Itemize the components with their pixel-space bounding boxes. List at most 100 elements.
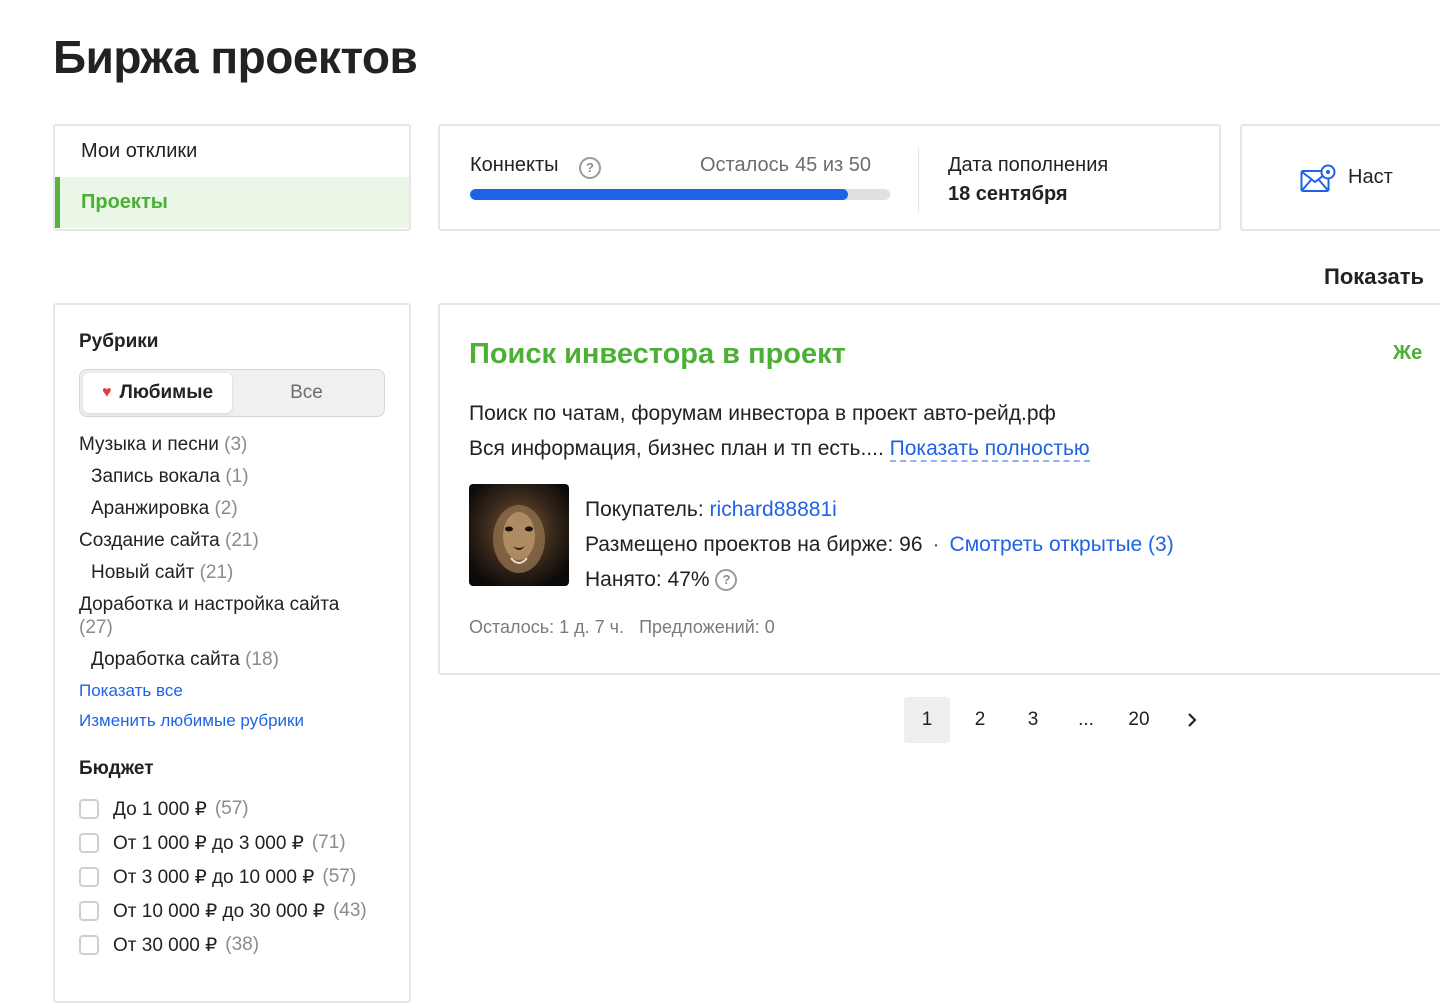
all-tab[interactable]: Все	[232, 373, 381, 413]
budget-option[interactable]: От 3 000 ₽ до 10 000 ₽ (57)	[79, 860, 409, 894]
budget-count: (38)	[225, 934, 260, 955]
settings-card[interactable]: Наст	[1240, 124, 1440, 231]
connects-remaining: Осталось 45 из 50	[700, 154, 871, 177]
show-more-link[interactable]: Показать полностью	[889, 437, 1090, 462]
chevron-right-icon	[1188, 713, 1197, 727]
category-count: (3)	[224, 434, 248, 455]
category-name: Запись вокала	[91, 466, 221, 487]
connects-progress-bar	[470, 189, 890, 200]
category-count: (21)	[225, 530, 259, 551]
connects-progress-fill	[470, 189, 848, 200]
project-description: Поиск по чатам, форумам инвестора в прое…	[469, 396, 1090, 466]
budget-label: От 3 000 ₽ до 10 000 ₽	[113, 866, 315, 888]
show-all-link[interactable]: Показать все	[79, 680, 409, 702]
offers-count: Предложений: 0	[639, 617, 775, 637]
category-name: Доработка и настройка сайта	[79, 594, 340, 615]
description-line: Поиск по чатам, форумам инвестора в прое…	[469, 402, 1056, 425]
help-icon[interactable]: ?	[715, 569, 738, 592]
project-meta: Осталось: 1 д. 7 ч. Предложений: 0	[469, 617, 775, 638]
category-name: Музыка и песни	[79, 434, 219, 455]
project-price: Же	[1393, 342, 1423, 364]
buyer-name-link[interactable]: richard88881i	[710, 498, 837, 521]
pagination: 1 2 3 ... 20	[904, 697, 1222, 743]
category-count: (21)	[199, 562, 234, 583]
category-name: Аранжировка	[91, 498, 210, 519]
nav-item-projects[interactable]: Проекты	[55, 177, 409, 228]
buyer-info: Покупатель: richard88881i Размещено прое…	[585, 492, 1174, 597]
budget-title: Бюджет	[79, 758, 154, 779]
budget-count: (71)	[311, 832, 346, 853]
category-list: Музыка и песни (3) Запись вокала (1) Ара…	[79, 433, 409, 671]
favorites-tab-label: Любимые	[119, 382, 214, 403]
category-item[interactable]: Музыка и песни (3)	[79, 433, 369, 456]
time-left: Осталось: 1 д. 7 ч.	[469, 617, 625, 637]
checkbox[interactable]	[79, 901, 99, 921]
page-title: Биржа проектов	[53, 31, 418, 83]
category-name: Новый сайт	[91, 562, 195, 583]
open-projects-link[interactable]: Смотреть открытые (3)	[950, 533, 1174, 556]
budget-option[interactable]: От 1 000 ₽ до 3 000 ₽ (71)	[79, 826, 409, 860]
budget-label: От 30 000 ₽	[113, 934, 218, 956]
mail-settings-icon	[1300, 164, 1336, 199]
budget-option[interactable]: От 10 000 ₽ до 30 000 ₽ (43)	[79, 894, 409, 928]
connects-card: Коннекты ? Осталось 45 из 50 Дата пополне…	[438, 124, 1221, 231]
page-button[interactable]: 1	[904, 697, 950, 743]
filters-panel: Рубрики ♥ Любимые Все Музыка и песни (3)…	[53, 303, 411, 1003]
page-button[interactable]: 20	[1116, 697, 1162, 743]
checkbox[interactable]	[79, 799, 99, 819]
nav-item-my-responses[interactable]: Мои отклики	[55, 126, 409, 177]
category-count: (2)	[214, 498, 238, 519]
separator-dot: ·	[932, 533, 940, 556]
favorites-tab[interactable]: ♥ Любимые	[83, 373, 232, 413]
next-page-button[interactable]	[1169, 697, 1215, 743]
posted-count: Размещено проектов на бирже: 96	[585, 533, 923, 556]
heart-icon: ♥	[101, 384, 112, 401]
connects-label: Коннекты	[470, 154, 559, 176]
project-title[interactable]: Поиск инвестора в проект	[469, 338, 846, 371]
category-item[interactable]: Аранжировка (2)	[79, 497, 381, 520]
project-card: Поиск инвестора в проект Же Поиск по чат…	[438, 303, 1440, 675]
category-item[interactable]: Запись вокала (1)	[79, 465, 381, 488]
hired-line: Нанято: 47% ?	[585, 562, 1174, 597]
checkbox[interactable]	[79, 833, 99, 853]
category-name: Доработка сайта	[91, 649, 240, 670]
buyer-label: Покупатель:	[585, 498, 704, 521]
connects-remaining-label: Осталось	[700, 154, 790, 176]
buyer-line: Покупатель: richard88881i	[585, 492, 1174, 527]
budget-count: (43)	[332, 900, 367, 921]
edit-favorites-link[interactable]: Изменить любимые рубрики	[79, 710, 409, 732]
budget-label: От 10 000 ₽ до 30 000 ₽	[113, 900, 325, 922]
divider	[918, 148, 919, 212]
budget-count: (57)	[214, 798, 249, 819]
category-count: (1)	[225, 466, 249, 487]
nav-menu: Мои отклики Проекты	[53, 124, 411, 231]
rubrics-title: Рубрики	[79, 331, 159, 352]
checkbox[interactable]	[79, 867, 99, 887]
checkbox[interactable]	[79, 935, 99, 955]
description-text: Вся информация, бизнес план и тп есть...…	[469, 437, 884, 460]
category-name: Создание сайта	[79, 530, 220, 551]
settings-label[interactable]: Наст	[1348, 166, 1393, 189]
category-count: (18)	[245, 649, 279, 670]
connects-remaining-value: 45 из 50	[795, 154, 872, 176]
category-item[interactable]: Создание сайта (21)	[79, 529, 369, 552]
page-button[interactable]: 3	[1010, 697, 1056, 743]
refill-date-label: Дата пополнения	[948, 154, 1109, 176]
category-item[interactable]: Доработка и настройка сайта (27)	[79, 593, 369, 639]
help-icon[interactable]: ?	[579, 157, 601, 179]
budget-count: (57)	[322, 866, 357, 887]
page-ellipsis: ...	[1078, 709, 1094, 730]
avatar[interactable]	[469, 484, 569, 586]
show-label: Показать	[1324, 264, 1424, 289]
budget-option[interactable]: От 30 000 ₽ (38)	[79, 928, 409, 962]
category-item[interactable]: Доработка сайта (18)	[79, 648, 381, 671]
category-item[interactable]: Новый сайт (21)	[79, 561, 381, 584]
page-button[interactable]: 2	[957, 697, 1003, 743]
description-line-2: Вся информация, бизнес план и тп есть...…	[469, 431, 1090, 466]
category-count: (27)	[79, 617, 113, 638]
budget-option[interactable]: До 1 000 ₽ (57)	[79, 792, 409, 826]
refill-date-value: 18 сентября	[948, 183, 1068, 205]
posted-line: Размещено проектов на бирже: 96 · Смотреть…	[585, 527, 1174, 562]
budget-label: До 1 000 ₽	[113, 798, 207, 820]
hired-rate: Нанято: 47%	[585, 568, 710, 591]
